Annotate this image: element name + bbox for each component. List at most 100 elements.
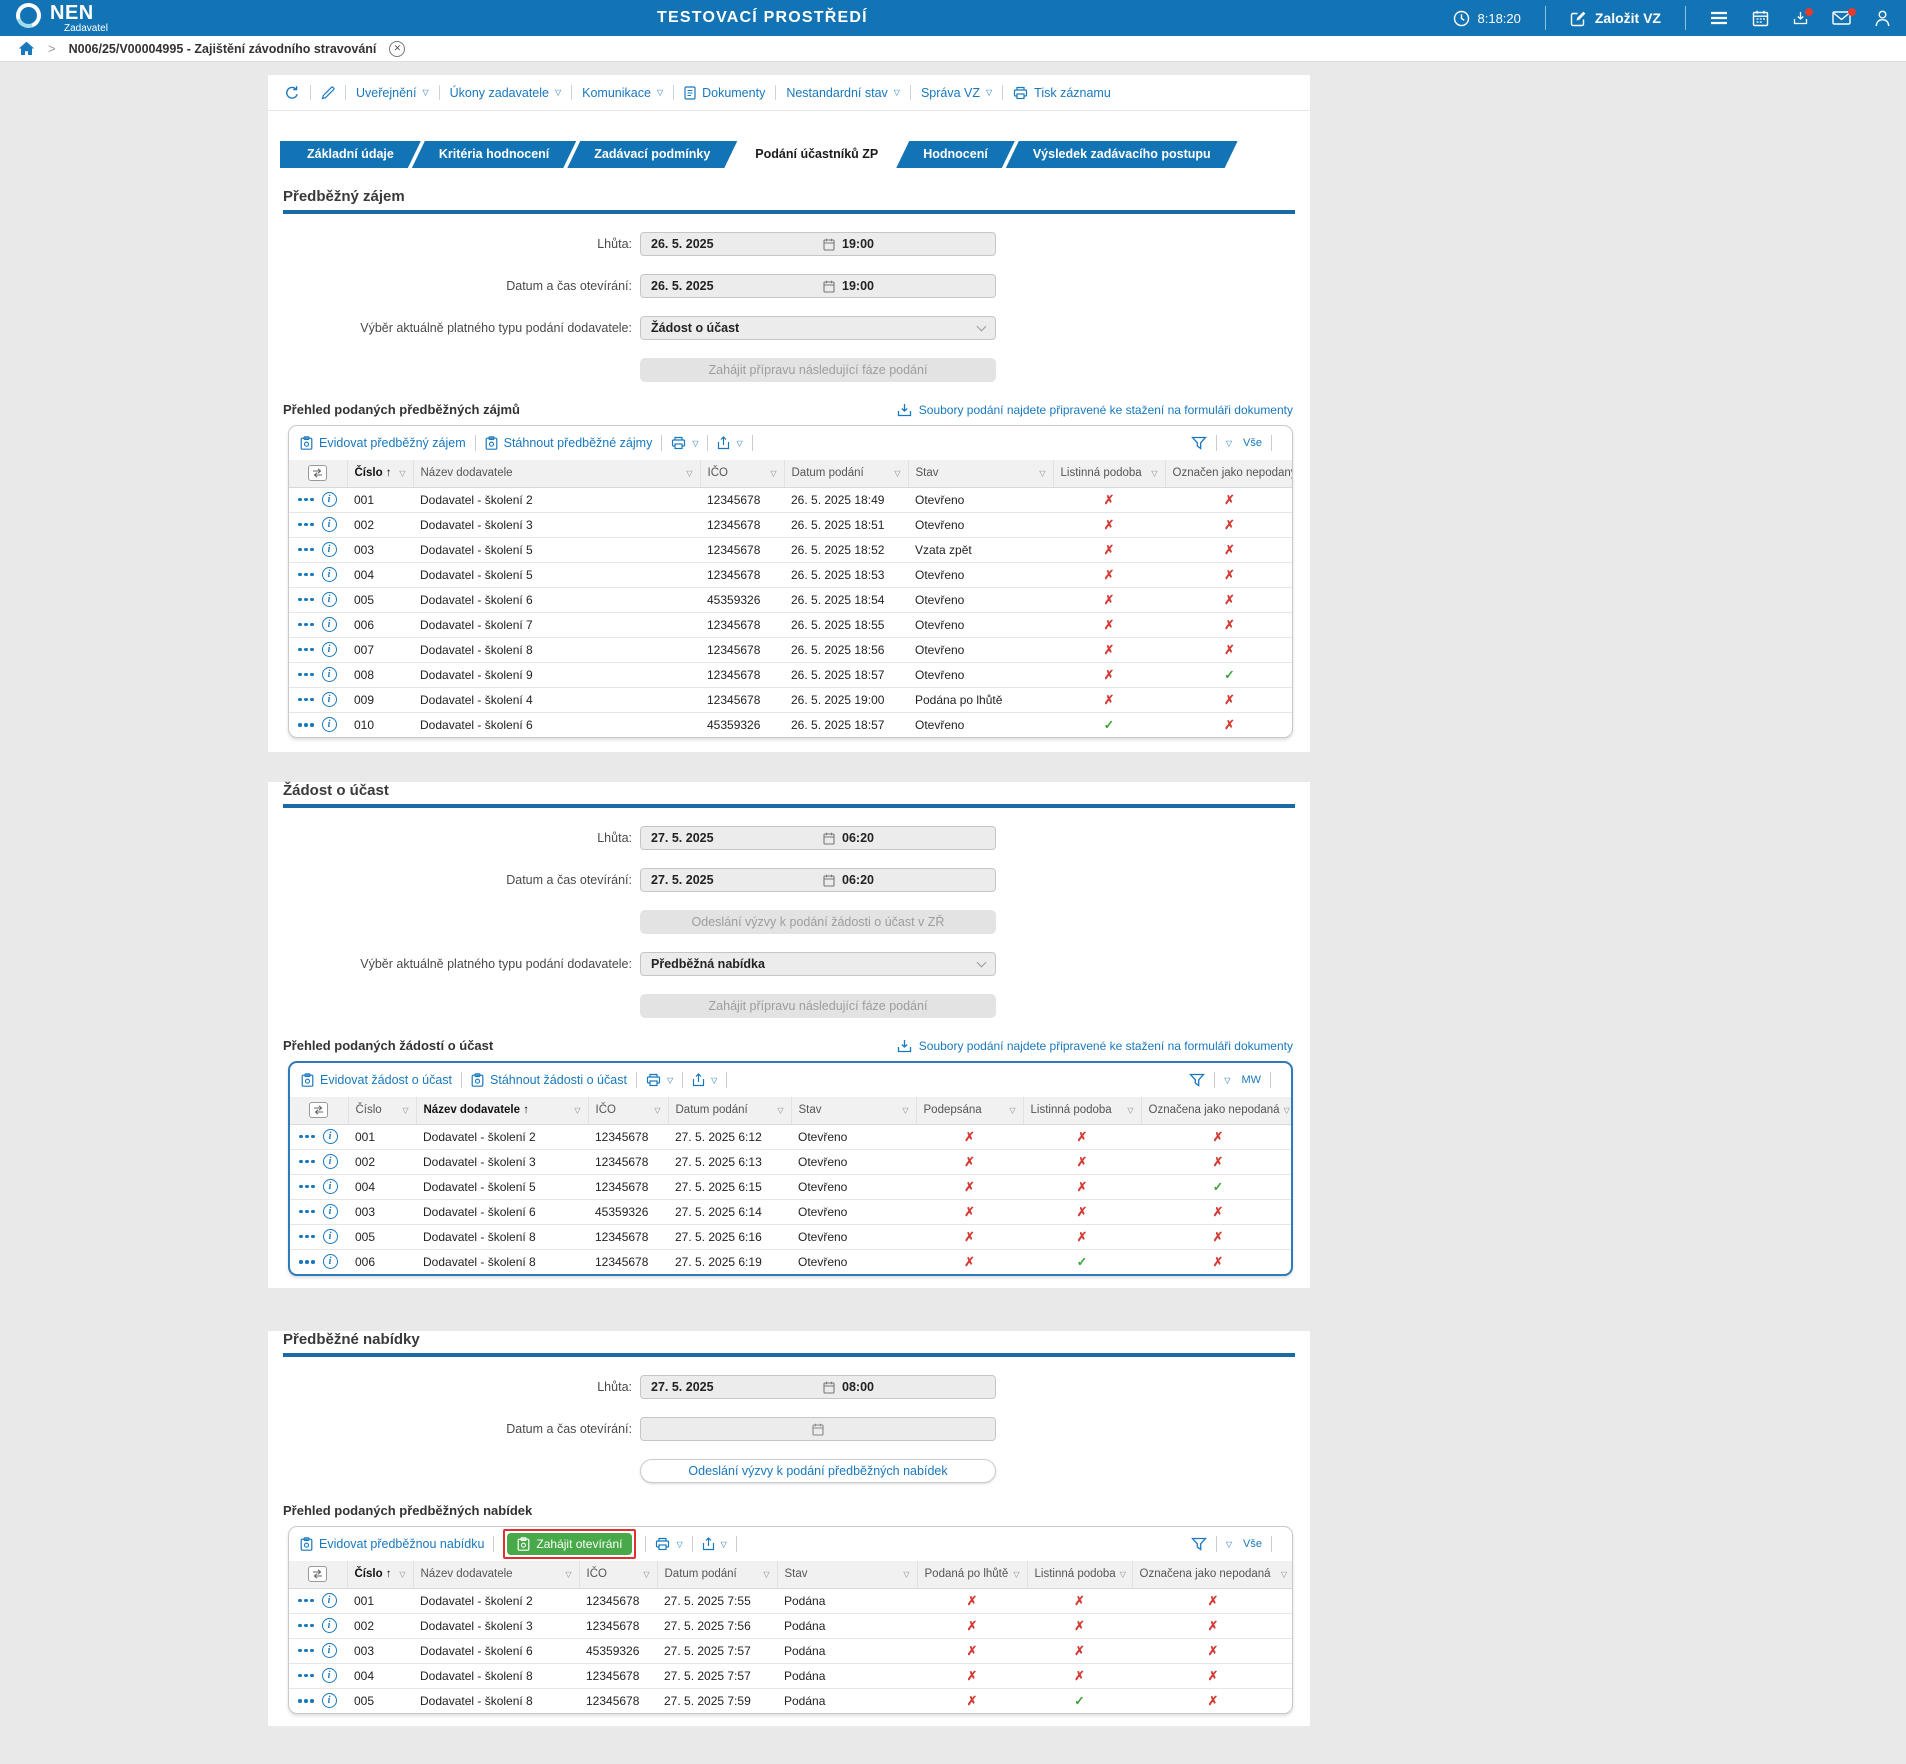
row-menu-icon[interactable] [298, 598, 314, 602]
lhuta-field[interactable]: 27. 5. 2025 08:00 [640, 1375, 996, 1399]
filter-preset-selector[interactable]: ▽Vše [1226, 437, 1262, 449]
export-button[interactable]: ▽ [717, 436, 742, 450]
column-header-stav[interactable]: Stav▽ [777, 1561, 917, 1588]
tab-v-sledek-zad-vac-ho-postupu[interactable]: Výsledek zadávacího postupu [1006, 141, 1238, 168]
predbezne-zajmy-row[interactable]: i007Dodavatel - školení 81234567826. 5. … [289, 637, 1293, 662]
column-header-i-o[interactable]: IČO▽ [700, 460, 784, 487]
column-header--slo[interactable]: Číslo ↑▽ [347, 1561, 413, 1588]
column-header-listinn-podoba[interactable]: Listinná podoba▽ [1053, 460, 1165, 487]
print-button[interactable]: ▽ [646, 1073, 673, 1087]
info-icon[interactable]: i [322, 1618, 337, 1633]
tab-zad-vac-podm-nky[interactable]: Zadávací podmínky [567, 141, 737, 168]
row-menu-icon[interactable] [298, 623, 314, 627]
column-header-listinn-podoba[interactable]: Listinná podoba▽ [1023, 1097, 1141, 1124]
info-icon[interactable]: i [322, 642, 337, 657]
filter-caret-icon[interactable]: ▽ [902, 1106, 908, 1115]
filter-preset-selector[interactable]: ▽Vše [1226, 1538, 1262, 1550]
column-header-ozna-en-jako-nepodan-[interactable]: Označen jako nepodaný▽ [1165, 460, 1293, 487]
lhuta-field[interactable]: 26. 5. 2025 19:00 [640, 232, 996, 256]
toolbar-item-spr-va-vz[interactable]: Správa VZ▽ [921, 86, 992, 100]
predbezne-zajmy-row[interactable]: i002Dodavatel - školení 31234567826. 5. … [289, 512, 1293, 537]
info-icon[interactable]: i [322, 517, 337, 532]
row-menu-icon[interactable] [298, 1649, 314, 1653]
column-chooser-icon[interactable] [308, 1566, 327, 1582]
filter-caret-icon[interactable]: ▽ [1281, 1570, 1287, 1579]
row-menu-icon[interactable] [299, 1185, 315, 1189]
print-button[interactable]: ▽ [671, 436, 698, 450]
info-icon[interactable]: i [322, 717, 337, 732]
otevirani-field[interactable]: 26. 5. 2025 19:00 [640, 274, 996, 298]
row-menu-icon[interactable] [298, 1599, 314, 1603]
filter-caret-icon[interactable]: ▽ [565, 1570, 571, 1579]
column-header-datum-pod-n-[interactable]: Datum podání▽ [784, 460, 908, 487]
filter-funnel-icon[interactable] [1191, 1537, 1207, 1551]
predbezne-zajmy-row[interactable]: i008Dodavatel - školení 91234567826. 5. … [289, 662, 1293, 687]
column-header-n-zev-dodavatele[interactable]: Název dodavatele▽ [413, 1561, 579, 1588]
column-header-i-o[interactable]: IČO▽ [579, 1561, 657, 1588]
column-header-ozna-ena-jako-nepodan-[interactable]: Označena jako nepodaná▽ [1132, 1561, 1293, 1588]
column-header-podan-po-lh-t-[interactable]: Podaná po lhůtě▽ [917, 1561, 1027, 1588]
toolbar-item-tisk-z-znamu[interactable]: Tisk záznamu [1013, 86, 1111, 100]
table-action-st-hnout-dosti-o-ast[interactable]: Stáhnout žádosti o účast [471, 1073, 627, 1087]
lhuta-field[interactable]: 27. 5. 2025 06:20 [640, 826, 996, 850]
filter-caret-icon[interactable]: ▽ [574, 1106, 580, 1115]
toolbar-item-dokumenty[interactable]: Dokumenty [684, 86, 765, 100]
column-header-n-zev-dodavatele[interactable]: Název dodavatele▽ [413, 460, 700, 487]
zadosti-o-ucast-row[interactable]: i003Dodavatel - školení 64535932627. 5. … [290, 1199, 1293, 1224]
filter-caret-icon[interactable]: ▽ [894, 469, 900, 478]
column-header--slo[interactable]: Číslo ↑▽ [347, 460, 413, 487]
otevirani-field-empty[interactable] [640, 1417, 996, 1441]
filter-caret-icon[interactable]: ▽ [770, 469, 776, 478]
close-icon[interactable]: ✕ [389, 41, 405, 57]
info-icon[interactable]: i [323, 1129, 338, 1144]
filter-caret-icon[interactable]: ▽ [763, 1570, 769, 1579]
info-icon[interactable]: i [323, 1254, 338, 1269]
info-icon[interactable]: i [322, 1668, 337, 1683]
typ-podani-select[interactable]: Předběžná nabídka [640, 952, 996, 976]
row-menu-icon[interactable] [298, 523, 314, 527]
info-icon[interactable]: i [322, 492, 337, 507]
row-menu-icon[interactable] [298, 1624, 314, 1628]
row-menu-icon[interactable] [299, 1160, 315, 1164]
filter-caret-icon[interactable]: ▽ [402, 1106, 408, 1115]
toolbar-item--kony-zadavatele[interactable]: Úkony zadavatele▽ [450, 86, 562, 100]
column-header-i-o[interactable]: IČO▽ [588, 1097, 668, 1124]
predbezne-nabidky-row[interactable]: i004Dodavatel - školení 81234567827. 5. … [289, 1663, 1293, 1688]
row-menu-icon[interactable] [298, 1674, 314, 1678]
row-menu-icon[interactable] [298, 698, 314, 702]
predbezne-zajmy-row[interactable]: i001Dodavatel - školení 21234567826. 5. … [289, 487, 1293, 512]
filter-caret-icon[interactable]: ▽ [1151, 469, 1157, 478]
column-header--slo[interactable]: Číslo▽ [348, 1097, 416, 1124]
zadosti-o-ucast-row[interactable]: i002Dodavatel - školení 31234567827. 5. … [290, 1149, 1293, 1174]
tab-hodnocen-[interactable]: Hodnocení [896, 141, 1015, 168]
info-icon[interactable]: i [323, 1154, 338, 1169]
calendar-button[interactable] [1752, 10, 1769, 27]
row-menu-icon[interactable] [298, 498, 314, 502]
predbezne-nabidky-row[interactable]: i002Dodavatel - školení 31234567827. 5. … [289, 1613, 1293, 1638]
info-icon[interactable]: i [322, 667, 337, 682]
filter-caret-icon[interactable]: ▽ [1009, 1106, 1015, 1115]
tab-krit-ria-hodnocen-[interactable]: Kritéria hodnocení [412, 141, 576, 168]
predbezne-nabidky-row[interactable]: i005Dodavatel - školení 81234567827. 5. … [289, 1688, 1293, 1713]
info-icon[interactable]: i [322, 542, 337, 557]
table-action-evidovat-p-edb-nou-nab-dku[interactable]: Evidovat předběžnou nabídku [300, 1537, 484, 1551]
toolbar-item-komunikace[interactable]: Komunikace▽ [582, 86, 663, 100]
create-vz-button[interactable]: Založit VZ [1570, 10, 1661, 27]
filter-caret-icon[interactable]: ▽ [1127, 1106, 1133, 1115]
nen-logo[interactable]: NEN Zadavatel [16, 3, 108, 34]
predbezne-zajmy-row[interactable]: i003Dodavatel - školení 51234567826. 5. … [289, 537, 1293, 562]
filter-funnel-icon[interactable] [1191, 436, 1207, 450]
filter-caret-icon[interactable]: ▽ [643, 1570, 649, 1579]
zahajit-otevirani-button[interactable]: Zahájit otevírání [507, 1533, 632, 1555]
column-header-datum-pod-n-[interactable]: Datum podání▽ [668, 1097, 791, 1124]
breadcrumb-item[interactable]: N006/25/V00004995 - Zajištění závodního … [69, 42, 377, 56]
profile-button[interactable] [1875, 10, 1890, 27]
predbezne-zajmy-row[interactable]: i005Dodavatel - školení 64535932626. 5. … [289, 587, 1293, 612]
row-menu-icon[interactable] [298, 648, 314, 652]
info-icon[interactable]: i [322, 592, 337, 607]
info-icon[interactable]: i [322, 1643, 337, 1658]
odeslani-vyzvy-button[interactable]: Odeslání výzvy k podání předběžných nabí… [640, 1459, 996, 1483]
zadosti-o-ucast-row[interactable]: i006Dodavatel - školení 81234567827. 5. … [290, 1249, 1293, 1274]
row-menu-icon[interactable] [298, 573, 314, 577]
table-action-evidovat-dost-o-ast[interactable]: Evidovat žádost o účast [301, 1073, 452, 1087]
